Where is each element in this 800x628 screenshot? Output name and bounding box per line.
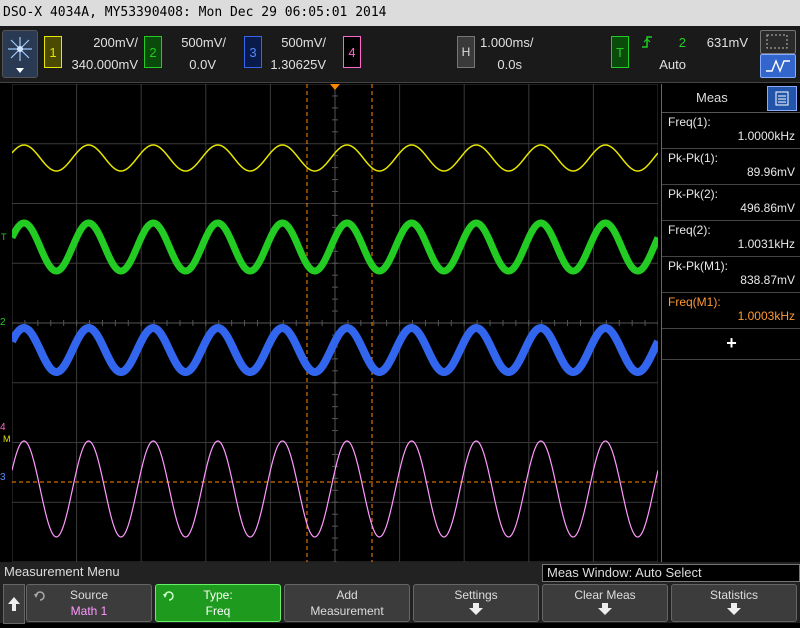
zoom-waveform-icon <box>766 59 790 73</box>
meas-item-label: Pk-Pk(2): <box>668 187 719 201</box>
meas-window-status: Meas Window: Auto Select <box>542 564 800 582</box>
softkey-settings[interactable]: Settings <box>413 584 539 622</box>
softkey-source[interactable]: Source Math 1 <box>26 584 152 622</box>
meas-item[interactable]: Pk-Pk(2): 496.86mV <box>662 185 800 221</box>
meas-item-value: 89.96mV <box>746 165 795 179</box>
trigger-level-marker: T <box>1 232 7 242</box>
entry-knob-icon <box>34 591 45 601</box>
list-icon <box>775 91 789 106</box>
meas-item-value: 496.86mV <box>740 201 795 215</box>
channel-4-number: 4 <box>348 44 356 60</box>
meas-item[interactable]: Pk-Pk(M1): 838.87mV <box>662 257 800 293</box>
meas-item-label: Pk-Pk(M1): <box>668 259 728 273</box>
waveform-display[interactable] <box>8 83 662 563</box>
horizontal-label: H <box>461 45 471 59</box>
math-ground-marker: M <box>3 434 11 444</box>
trigger-mode: Auto <box>659 57 686 72</box>
meas-list: Freq(1): 1.0000kHz Pk-Pk(1): 89.96mV Pk-Pk(2… <box>662 113 800 329</box>
toolbar: 1 200mV/ 340.000mV 2 500mV/ 0.0V 3 500mV… <box>0 26 800 83</box>
softkey-statistics-label: Statistics <box>709 588 758 602</box>
meas-item[interactable]: Pk-Pk(1): 89.96mV <box>662 149 800 185</box>
display-mode-button[interactable] <box>760 30 796 54</box>
meas-item-label: Freq(2): <box>668 223 711 237</box>
channel-3-offset: 1.30625V <box>270 57 326 72</box>
channel-2-number: 2 <box>149 44 157 60</box>
channel-3-button[interactable]: 3 <box>244 36 262 68</box>
channel-3-number: 3 <box>249 44 257 60</box>
softkey-settings-label: Settings <box>454 588 498 602</box>
softkey-source-value: Math 1 <box>70 604 108 618</box>
meas-panel-header: Meas <box>662 84 800 113</box>
meas-item[interactable]: Freq(2): 1.0031kHz <box>662 221 800 257</box>
up-arrow-icon <box>8 597 20 611</box>
softkey-type-value: Freq <box>205 604 231 618</box>
channel-1-number: 1 <box>49 44 57 60</box>
down-arrow-icon <box>727 603 741 615</box>
waveform-graticule <box>8 83 662 563</box>
trigger-source: 2 <box>678 35 686 50</box>
trigger-label: T <box>616 44 624 60</box>
ground-marker-strip: T 2 3 4 M <box>0 84 12 562</box>
screen-select-icon <box>766 34 788 49</box>
title-bar: DSO-X 4034A, MY53390408: Mon Dec 29 06:0… <box>0 0 800 26</box>
meas-item-value: 1.0003kHz <box>737 309 795 323</box>
meas-item-label: Freq(1): <box>668 115 711 129</box>
meas-item-label: Pk-Pk(1): <box>668 151 719 165</box>
agilent-spark-icon <box>8 37 32 73</box>
title-text: DSO-X 4034A, MY53390408: Mon Dec 29 06:0… <box>3 5 387 20</box>
bottom-menu-bar: Measurement Menu Meas Window: Auto Selec… <box>0 562 800 624</box>
trigger-rising-edge-icon <box>642 36 652 48</box>
channel-2-button[interactable]: 2 <box>144 36 162 68</box>
channel-1-volts-div: 200mV/ <box>93 35 138 50</box>
meas-item[interactable]: Freq(1): 1.0000kHz <box>662 113 800 149</box>
horizontal-button[interactable]: H <box>457 36 475 68</box>
down-arrow-icon <box>598 603 612 615</box>
trigger-position-marker <box>330 84 340 90</box>
softkey-add-label: Add <box>336 588 358 602</box>
meas-item[interactable]: Freq(M1): 1.0003kHz <box>662 293 800 329</box>
channel-4-button[interactable]: 4 <box>343 36 361 68</box>
channel-3-volts-div: 500mV/ <box>281 35 326 50</box>
meas-panel-menu-button[interactable] <box>767 86 797 111</box>
measurement-panel: Meas Freq(1): 1.0000kHz Pk-Pk(1): 89.96mV Pk… <box>661 84 800 562</box>
trigger-button[interactable]: T <box>611 36 629 68</box>
softkey-statistics[interactable]: Statistics <box>671 584 797 622</box>
meas-item-value: 1.0000kHz <box>737 129 795 143</box>
softkey-clear-label: Clear Meas <box>574 588 636 602</box>
channel-1-button[interactable]: 1 <box>44 36 62 68</box>
softkey-add-measurement[interactable]: Add Measurement <box>284 584 410 622</box>
softkey-type[interactable]: Type: Freq <box>155 584 281 622</box>
down-arrow-icon <box>469 603 483 615</box>
channel-2-offset: 0.0V <box>189 57 216 72</box>
horizontal-time-div: 1.000ms/ <box>480 35 534 50</box>
trigger-level: 631mV <box>706 35 748 50</box>
agilent-logo-button[interactable] <box>2 30 38 78</box>
horizontal-delay: 0.0s <box>497 57 522 72</box>
add-measurement-icon[interactable]: + <box>662 333 800 360</box>
back-button[interactable] <box>3 584 25 624</box>
entry-knob-icon <box>163 591 174 601</box>
meas-item-value: 838.87mV <box>740 273 795 287</box>
touch-zoom-button[interactable] <box>760 54 796 78</box>
channel-2-ground-marker: 2 <box>0 317 6 328</box>
channel-1-offset: 340.000mV <box>71 57 139 72</box>
meas-item-label: Freq(M1): <box>668 295 721 309</box>
menu-title: Measurement Menu <box>4 564 120 579</box>
channel-2-volts-div: 500mV/ <box>181 35 226 50</box>
channel-3-ground-marker: 3 <box>0 472 6 483</box>
meas-panel-title: Meas <box>696 90 728 105</box>
meas-item-value: 1.0031kHz <box>737 237 795 251</box>
channel-4-ground-marker: 4 <box>0 422 6 433</box>
softkey-clear-meas[interactable]: Clear Meas <box>542 584 668 622</box>
softkey-add-value: Measurement <box>310 604 384 618</box>
